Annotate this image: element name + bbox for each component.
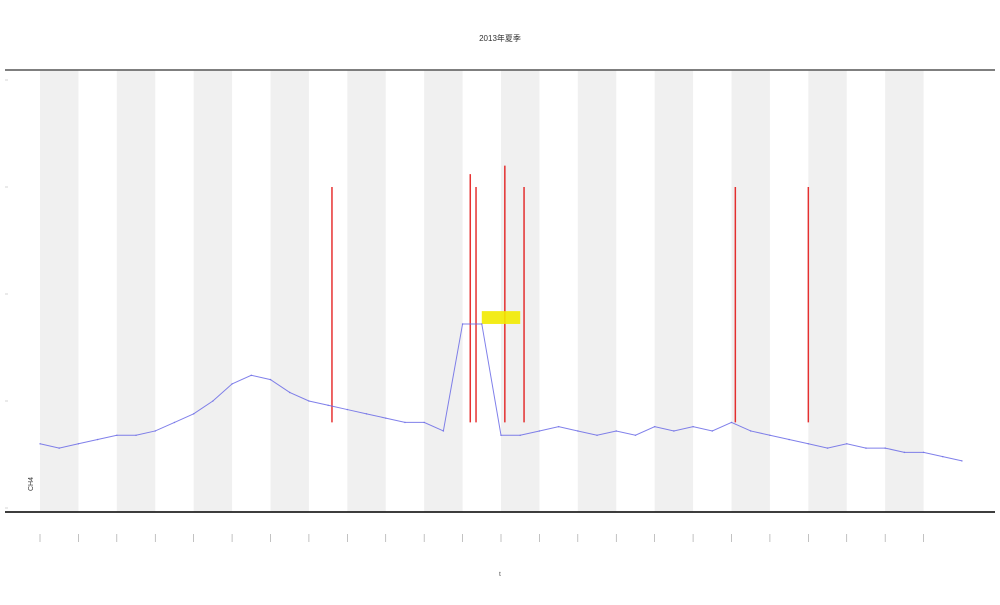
data-point bbox=[788, 438, 790, 441]
background-bands bbox=[40, 70, 924, 512]
data-point bbox=[961, 460, 963, 462]
x-ticks bbox=[39, 534, 924, 542]
background-band bbox=[424, 70, 463, 512]
background-band bbox=[731, 70, 770, 512]
data-point bbox=[615, 430, 618, 432]
chart: 2013年夏季 t CH4 bbox=[0, 0, 1000, 600]
data-point bbox=[577, 430, 579, 432]
mid-concentration-block bbox=[481, 311, 521, 324]
data-point bbox=[269, 378, 272, 381]
data-point bbox=[346, 408, 349, 411]
data-point bbox=[903, 451, 906, 454]
background-band bbox=[885, 70, 924, 512]
data-point bbox=[404, 421, 406, 424]
data-point bbox=[941, 455, 944, 458]
background-band bbox=[193, 70, 233, 512]
background-band bbox=[808, 70, 847, 512]
data-point bbox=[826, 447, 829, 449]
data-point bbox=[480, 323, 483, 325]
background-band bbox=[40, 70, 79, 512]
data-point bbox=[308, 400, 310, 402]
background-band bbox=[577, 70, 617, 512]
data-point bbox=[673, 430, 675, 432]
data-point bbox=[250, 374, 253, 377]
background-band bbox=[654, 70, 694, 512]
y-ticks bbox=[5, 79, 8, 509]
data-point bbox=[807, 443, 810, 445]
background-band bbox=[270, 70, 309, 512]
data-point bbox=[96, 438, 99, 441]
chart-title: 2013年夏季 bbox=[479, 33, 521, 43]
data-point bbox=[77, 443, 80, 445]
data-point bbox=[423, 421, 425, 424]
data-point bbox=[39, 443, 41, 445]
chart-svg: 2013年夏季 t CH4 bbox=[5, 33, 995, 578]
data-point bbox=[749, 430, 752, 432]
data-point bbox=[557, 425, 560, 428]
data-point bbox=[730, 421, 733, 424]
data-point bbox=[692, 425, 694, 428]
data-point bbox=[212, 400, 214, 402]
data-point bbox=[865, 447, 867, 449]
background-band bbox=[116, 70, 156, 512]
data-point bbox=[288, 391, 291, 394]
data-point bbox=[442, 430, 445, 432]
data-point bbox=[634, 434, 637, 437]
data-point bbox=[922, 451, 925, 454]
data-point bbox=[173, 421, 176, 424]
data-point bbox=[500, 434, 502, 437]
data-point bbox=[116, 434, 118, 437]
background-band bbox=[347, 70, 386, 512]
data-point bbox=[135, 434, 137, 437]
data-point bbox=[653, 425, 656, 428]
data-point bbox=[538, 430, 541, 432]
data-point bbox=[845, 443, 848, 445]
data-point bbox=[519, 434, 522, 437]
x-axis-label: t bbox=[499, 572, 501, 578]
data-point bbox=[384, 417, 387, 419]
data-point bbox=[192, 413, 195, 415]
data-point bbox=[884, 447, 886, 449]
data-point bbox=[58, 447, 61, 449]
background-band bbox=[501, 70, 540, 512]
data-point bbox=[231, 383, 233, 385]
data-point bbox=[365, 413, 368, 415]
data-point bbox=[596, 434, 598, 437]
ch4-annotation: CH4 bbox=[28, 477, 35, 491]
data-point bbox=[154, 430, 157, 432]
data-point bbox=[327, 404, 329, 407]
data-point bbox=[461, 323, 464, 325]
data-point bbox=[711, 430, 714, 432]
data-point bbox=[769, 434, 771, 437]
